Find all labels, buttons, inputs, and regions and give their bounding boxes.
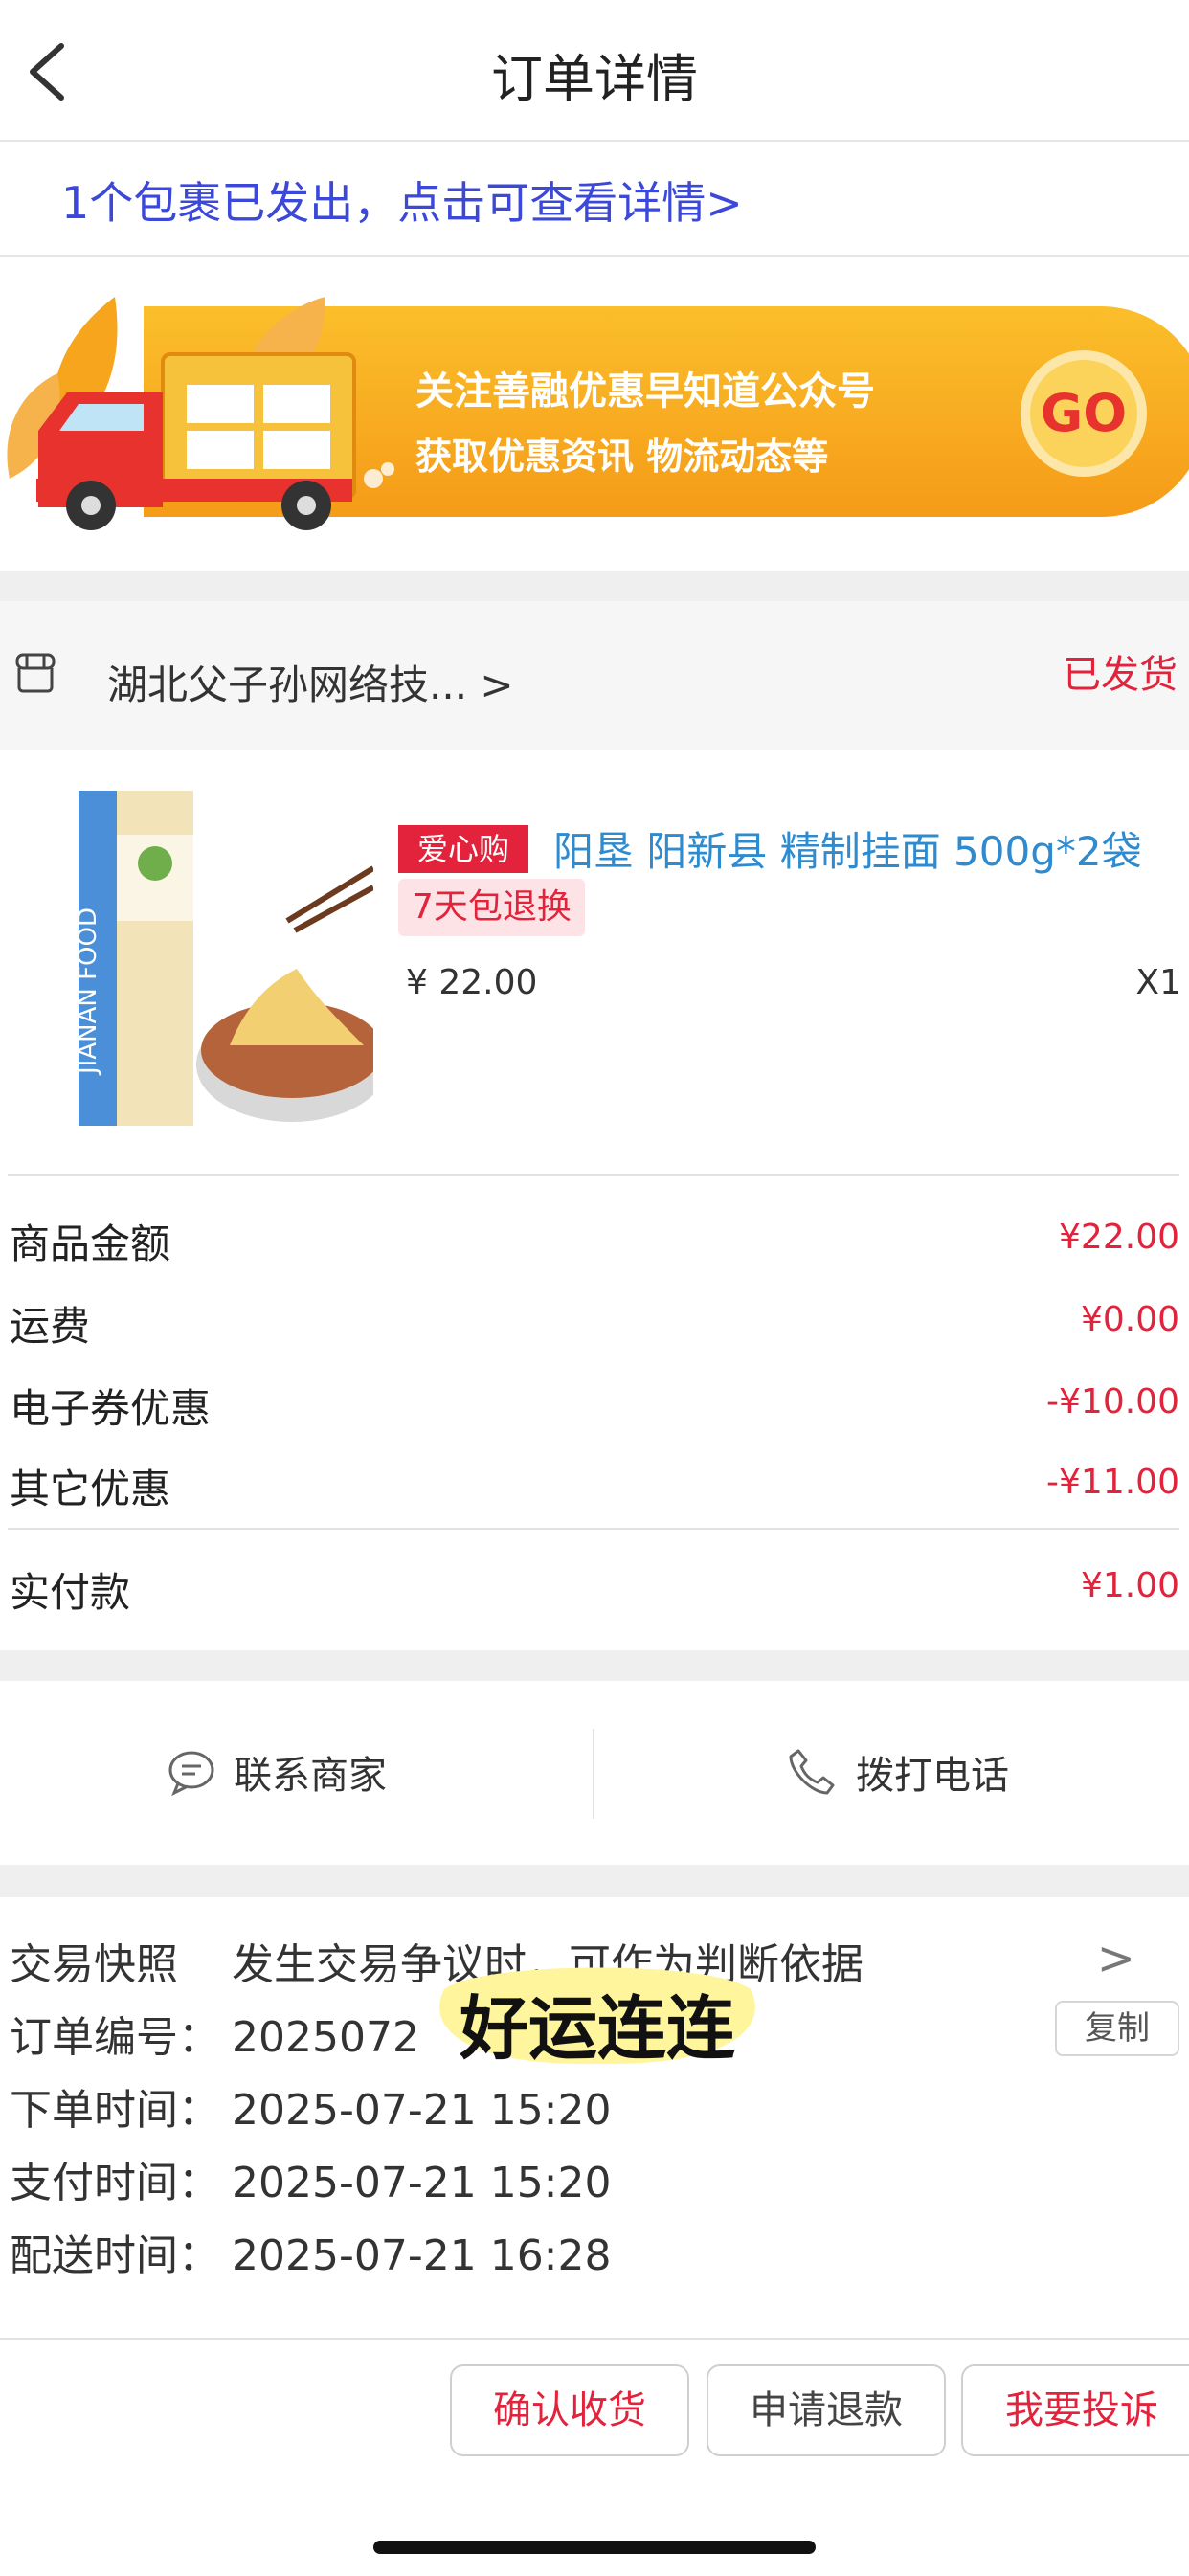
order-detail-page: 订单详情 1个包裹已发出，点击可查看详情> 关注善融优惠早知道公众号 获取优惠资… (0, 0, 1189, 2576)
package-notice[interactable]: 1个包裹已发出，点击可查看详情> (0, 144, 1189, 257)
home-indicator[interactable] (373, 2541, 816, 2554)
page-title: 订单详情 (491, 49, 698, 109)
nav-bar: 订单详情 (0, 0, 1189, 142)
order-number-row: 订单编号： 2025072 (10, 2003, 419, 2064)
pay-time-row: 支付时间： 2025-07-21 15:20 (10, 2148, 612, 2209)
section-gap (0, 1865, 1189, 1897)
banner-line2: 获取优惠资讯 物流动态等 (415, 436, 829, 478)
chevron-right-icon[interactable]: > (1097, 1932, 1135, 1985)
divider (8, 1528, 1179, 1530)
confirm-receipt-button[interactable]: 确认收货 (450, 2364, 689, 2456)
chat-bubble-icon (168, 1751, 214, 1797)
return-policy-tag: 7天包退换 (398, 879, 585, 936)
shipping-label: 运费 (10, 1303, 91, 1350)
goods-amount-value: ¥22.00 (1059, 1218, 1179, 1257)
product-quantity: X1 (1135, 963, 1181, 1002)
product-price: ¥ 22.00 (406, 963, 538, 1002)
call-phone-button[interactable]: 拨打电话 (785, 1729, 1009, 1815)
svg-text:JIANAN FOOD: JIANAN FOOD (74, 907, 102, 1076)
action-divider (593, 1729, 594, 1819)
contact-merchant-button[interactable]: 联系商家 (167, 1729, 387, 1815)
order-status: 已发货 (1063, 653, 1178, 697)
lucky-sticker: 好运连连 (425, 1951, 770, 2075)
store-icon (15, 653, 56, 693)
section-gap (0, 1650, 1189, 1681)
apply-refund-button[interactable]: 申请退款 (707, 2364, 946, 2456)
coupon-discount-value: -¥10.00 (1046, 1382, 1179, 1422)
order-number-value: 2025072 (232, 2013, 419, 2062)
footer-divider (0, 2338, 1189, 2340)
delivery-time-value: 2025-07-21 16:28 (232, 2231, 612, 2280)
paid-amount-value: ¥1.00 (1080, 1566, 1179, 1605)
sticker-text: 好运连连 (459, 1987, 735, 2069)
phone-icon (789, 1749, 835, 1795)
complain-button[interactable]: 我要投诉 (961, 2364, 1189, 2456)
contact-merchant-label: 联系商家 (234, 1754, 387, 1798)
order-number-label: 订单编号： (10, 2013, 220, 2062)
shop-name[interactable]: 湖北父子孙网络技... > (107, 653, 514, 711)
other-discount-label: 其它优惠 (10, 1466, 171, 1512)
section-gap (0, 571, 1189, 601)
coupon-discount-label: 电子券优惠 (10, 1385, 212, 1432)
other-discount-value: -¥11.00 (1046, 1463, 1179, 1502)
goods-amount-label: 商品金额 (10, 1221, 171, 1267)
product-name[interactable]: 阳垦 阳新县 精制挂面 500g*2袋 (553, 819, 1142, 878)
copy-button[interactable]: 复制 (1055, 2001, 1179, 2056)
paid-amount-label: 实付款 (10, 1569, 131, 1616)
order-time-label: 下单时间： (10, 2086, 220, 2135)
delivery-time-label: 配送时间： (10, 2231, 220, 2280)
promo-banner[interactable]: 关注善融优惠早知道公众号 获取优惠资讯 物流动态等 GO (0, 287, 1189, 536)
order-time-row: 下单时间： 2025-07-21 15:20 (10, 2075, 612, 2137)
banner-line1: 关注善融优惠早知道公众号 (415, 370, 875, 414)
divider (8, 1174, 1179, 1176)
love-buy-tag: 爱心购 (398, 825, 528, 873)
order-time-value: 2025-07-21 15:20 (232, 2086, 612, 2135)
trade-snapshot-label: 交易快照 (10, 1940, 178, 1989)
package-notice-text[interactable]: 1个包裹已发出，点击可查看详情> (61, 168, 743, 232)
product-image[interactable]: JIANAN FOOD (57, 777, 373, 1131)
call-phone-label: 拨打电话 (856, 1754, 1009, 1798)
delivery-time-row: 配送时间： 2025-07-21 16:28 (10, 2221, 612, 2282)
banner-go-button[interactable]: GO (1036, 383, 1132, 443)
shipping-value: ¥0.00 (1080, 1300, 1179, 1339)
pay-time-value: 2025-07-21 15:20 (232, 2159, 612, 2207)
pay-time-label: 支付时间： (10, 2159, 220, 2207)
